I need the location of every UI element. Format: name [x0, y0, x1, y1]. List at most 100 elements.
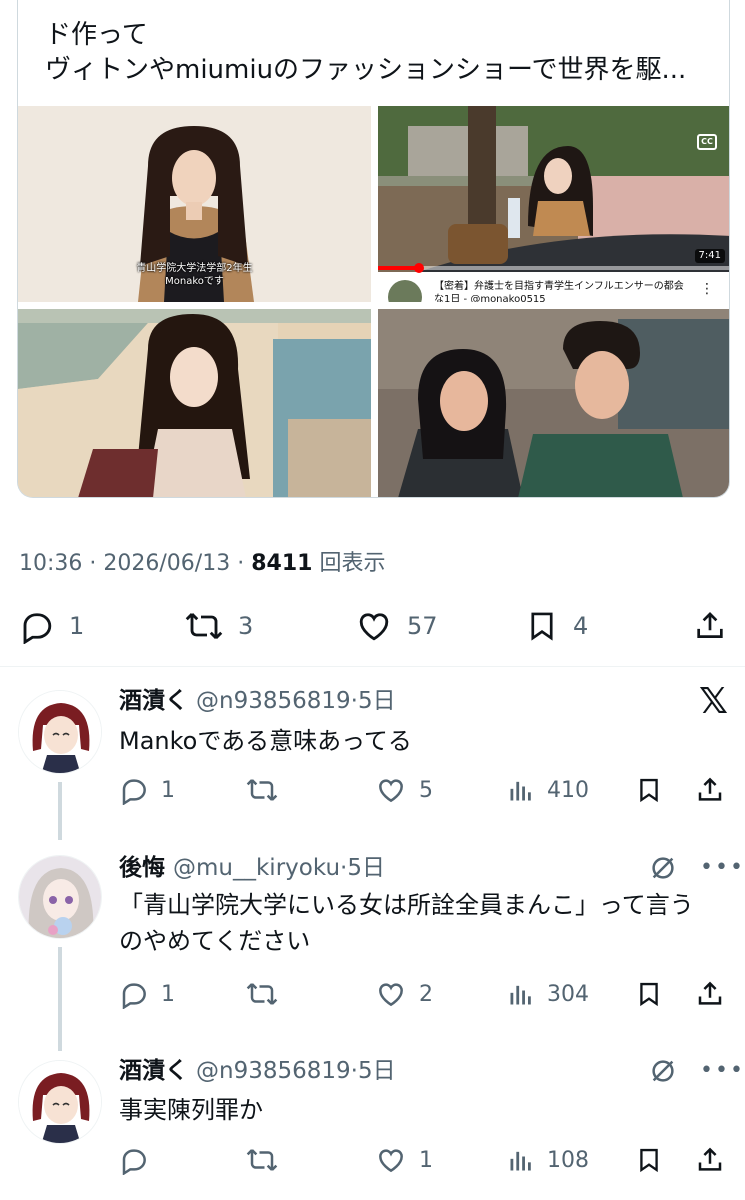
tweet-date[interactable]: 2026/06/13	[103, 551, 230, 576]
card-text-line2: ヴィトンやmiumiuのファッションショーで世界を駆...	[45, 55, 687, 85]
view-count: 108	[547, 1147, 589, 1173]
media-image-3[interactable]	[18, 309, 371, 497]
image-caption: 青山学院大学法学部2年生 Monakoです	[18, 262, 371, 288]
media-image-1[interactable]: 青山学院大学法学部2年生 Monakoです	[18, 106, 371, 302]
retweet-button[interactable]	[245, 773, 291, 807]
x-logo-icon[interactable]: 𝕏	[699, 684, 728, 720]
bookmark-button[interactable]	[635, 977, 663, 1011]
heart-icon	[359, 613, 389, 641]
like-button[interactable]: 57	[355, 606, 438, 646]
media-grid: 青山学院大学法学部2年生 Monakoです CC 7:41 【密着】弁護士を目指…	[18, 106, 729, 497]
avatar[interactable]	[18, 1060, 102, 1144]
reply-top-icons: •••	[648, 1056, 745, 1086]
reply-text: 「青山学院大学にいる女は所詮全員まんこ」って言うのやめてください	[119, 891, 694, 955]
reply-item[interactable]: 酒漬く @n93856819·5日 ••• 事実陳列罪か 1 108	[0, 1050, 745, 1200]
reply-age[interactable]: 5日	[358, 1058, 396, 1084]
retweet-icon	[246, 983, 278, 1005]
share-button[interactable]	[693, 606, 727, 646]
heart-icon	[379, 1149, 403, 1173]
bar-chart-icon	[510, 985, 531, 1005]
slash-circle-icon[interactable]	[648, 1056, 678, 1086]
retweet-button[interactable]: 3	[184, 606, 253, 646]
avatar[interactable]	[18, 855, 102, 939]
video-title: 【密着】弁護士を目指す青学生インフルエンサーの都会な1日 - @monako05…	[434, 281, 684, 302]
bookmark-button[interactable]	[635, 1143, 663, 1177]
like-button[interactable]: 2	[375, 977, 433, 1011]
like-button[interactable]: 1	[375, 1143, 433, 1177]
like-button[interactable]: 5	[375, 773, 433, 807]
more-dots-icon[interactable]: •••	[700, 857, 745, 879]
caption-line2: Monakoです	[165, 276, 224, 287]
reply-button[interactable]: 1	[19, 606, 84, 646]
heart-icon	[379, 983, 403, 1007]
reply-action-bar: 1 5 410	[119, 773, 729, 807]
reply-item[interactable]: 後悔 @mu__kiryoku·5日 ••• 「青山学院大学にいる女は所詮全員まん…	[0, 845, 745, 1051]
tweet-meta: 10:36 · 2026/06/13 · 8411 回表示	[19, 551, 386, 576]
video-duration: 7:41	[694, 249, 725, 263]
reply-bubble-icon	[122, 983, 146, 1009]
user-handle[interactable]: @n93856819	[196, 1058, 351, 1084]
display-name[interactable]: 酒漬く	[119, 688, 188, 714]
caption-line1: 青山学院大学法学部2年生	[136, 263, 253, 274]
views-button[interactable]: 410	[507, 773, 589, 807]
share-button[interactable]	[695, 977, 725, 1011]
slash-circle-icon[interactable]	[648, 853, 678, 883]
link-preview-card[interactable]: ド作って ヴィトンやmiumiuのファッションショーで世界を駆... 青山学院大…	[17, 0, 730, 498]
share-button[interactable]	[695, 773, 725, 807]
view-count: 304	[547, 981, 589, 1007]
views-button[interactable]: 108	[507, 1143, 589, 1177]
card-text-line1: ド作って	[45, 20, 148, 50]
reply-header: 酒漬く @n93856819·5日	[119, 688, 396, 714]
video-title-row[interactable]: 【密着】弁護士を目指す青学生インフルエンサーの都会な1日 - @monako05…	[388, 278, 724, 302]
bar-chart-icon	[510, 1151, 531, 1171]
reply-item[interactable]: 酒漬く @n93856819·5日 𝕏 Mankoである意味あってる 1 5 41…	[0, 676, 745, 840]
reply-button[interactable]: 1	[119, 773, 175, 807]
reply-age[interactable]: 5日	[358, 688, 396, 714]
views-button[interactable]: 304	[507, 977, 589, 1011]
share-icon	[698, 981, 722, 1005]
retweet-icon	[246, 1149, 278, 1171]
reply-count: 1	[161, 981, 175, 1007]
bookmark-icon	[531, 612, 553, 641]
reply-action-bar: 1 108	[119, 1143, 729, 1177]
reply-age[interactable]: 5日	[347, 855, 385, 881]
like-count: 2	[419, 981, 433, 1007]
reply-count: 1	[161, 777, 175, 803]
bookmark-icon	[640, 778, 658, 803]
bookmark-icon	[640, 1148, 658, 1173]
tweet-time[interactable]: 10:36	[19, 551, 82, 576]
avatar[interactable]	[18, 690, 102, 774]
like-count: 1	[419, 1147, 433, 1173]
share-button[interactable]	[695, 1143, 725, 1177]
reply-count: 1	[69, 612, 85, 640]
like-count: 57	[407, 612, 438, 640]
closed-captions-icon[interactable]: CC	[697, 134, 717, 150]
reply-button[interactable]	[119, 1143, 161, 1177]
reply-text: 事実陳列罪か	[119, 1096, 263, 1124]
reply-text: Mankoである意味あってる	[119, 727, 412, 755]
reply-button[interactable]: 1	[119, 977, 175, 1011]
user-handle[interactable]: @mu__kiryoku	[173, 855, 340, 881]
reply-bubble-icon	[122, 1149, 146, 1175]
view-count: 410	[547, 777, 589, 803]
thread-line	[58, 782, 62, 840]
display-name[interactable]: 後悔	[119, 855, 165, 881]
bookmark-button[interactable]	[635, 773, 663, 807]
bar-chart-icon	[510, 781, 531, 801]
retweet-button[interactable]	[245, 1143, 291, 1177]
more-vertical-icon[interactable]: ⋮	[700, 282, 714, 296]
display-name[interactable]: 酒漬く	[119, 1058, 188, 1084]
media-video-thumbnail[interactable]: CC 7:41 【密着】弁護士を目指す青学生インフルエンサーの都会な1日 - @…	[378, 106, 729, 302]
bookmark-icon	[640, 982, 658, 1007]
video-progress-bar[interactable]	[378, 263, 729, 273]
reply-bubble-icon	[122, 779, 146, 805]
user-handle[interactable]: @n93856819	[196, 688, 351, 714]
retweet-count: 3	[238, 612, 254, 640]
view-count: 8411	[251, 551, 313, 576]
bookmark-button[interactable]: 4	[525, 606, 588, 646]
more-dots-icon[interactable]: •••	[700, 1060, 745, 1082]
share-icon	[698, 1147, 722, 1171]
reply-action-bar: 1 2 304	[119, 977, 729, 1011]
retweet-button[interactable]	[245, 977, 291, 1011]
media-image-4[interactable]	[378, 309, 729, 497]
